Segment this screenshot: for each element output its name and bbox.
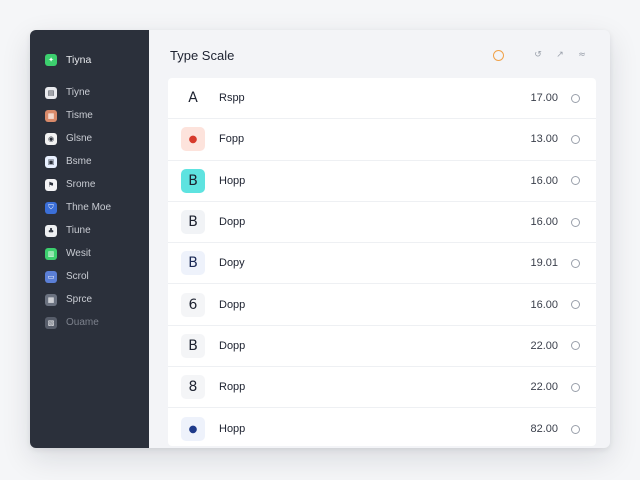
list-item[interactable]: B Dopp 16.00 — [168, 202, 596, 244]
status-ring-icon[interactable] — [493, 49, 504, 61]
row-name: Dopp — [219, 339, 246, 352]
list-item[interactable]: A Rspp 17.00 — [168, 78, 596, 120]
window-icon: ▭ — [45, 270, 57, 283]
row-value: 17.00 — [530, 92, 558, 105]
sidebar-item-label: Glsne — [66, 133, 93, 144]
row-value: 16.00 — [530, 298, 558, 311]
chart-icon: ▥ — [45, 247, 57, 260]
type-glyph: ● — [181, 417, 205, 442]
sidebar-item-6[interactable]: ⛉ Thne Moe — [30, 196, 149, 219]
list-item[interactable]: ● Fopp 13.00 — [168, 119, 596, 161]
type-glyph: ● — [181, 127, 205, 152]
row-name: Hopp — [219, 174, 246, 187]
sidebar-item-9[interactable]: ▭ Scrol — [30, 265, 149, 288]
sidebar-item-7[interactable]: ♣ Tiune — [30, 219, 149, 242]
sidebar-item-label: Thne Moe — [66, 202, 112, 213]
row-value: 19.01 — [530, 257, 558, 270]
flag-icon: ⚑ — [45, 178, 57, 191]
row-radio[interactable] — [571, 134, 580, 144]
sidebar-item-5[interactable]: ⚑ Srome — [30, 173, 149, 196]
history-icon[interactable]: ↺ — [532, 49, 544, 61]
type-list: A Rspp 17.00 ● Fopp 13.00 B Hopp 16.00 B Dopp 16.00… — [168, 78, 596, 446]
list-item[interactable]: 6 Dopp 16.00 — [168, 284, 596, 326]
sidebar-item-11[interactable]: ▧ Ouame — [30, 311, 149, 334]
row-value: 16.00 — [530, 174, 558, 187]
circle-icon: ◉ — [45, 132, 57, 145]
sidebar-item-8[interactable]: ▥ Wesit — [30, 242, 149, 265]
box-icon: ▦ — [45, 109, 57, 122]
row-value: 13.00 — [530, 133, 558, 146]
doc-icon: ▤ — [45, 86, 57, 99]
grid-icon: ▦ — [45, 293, 57, 306]
row-name: Dopp — [219, 298, 246, 311]
sidebar-item-label: Tisme — [66, 110, 93, 121]
sidebar: ✦ Tiyna ▤ Tiyne ▦ Tisme ◉ Glsne ▣ Bsme ⚑ Srome ⛉ Th… — [30, 30, 149, 448]
app-window: ✦ Tiyna ▤ Tiyne ▦ Tisme ◉ Glsne ▣ Bsme ⚑ Srome ⛉ Th… — [30, 30, 610, 448]
page-title: Type Scale — [170, 47, 235, 63]
row-value: 22.00 — [530, 339, 558, 352]
sidebar-item-label: Ouame — [66, 317, 99, 328]
type-glyph: B — [181, 251, 205, 276]
sidebar-item-3[interactable]: ◉ Glsne — [30, 127, 149, 150]
wave-icon[interactable]: ≈ — [576, 49, 588, 61]
type-glyph: B — [181, 168, 205, 193]
sidebar-item-label: Scrol — [66, 271, 89, 282]
row-name: Fopp — [219, 133, 245, 146]
row-name: Dopy — [219, 257, 245, 270]
row-name: Rspp — [219, 92, 245, 105]
row-name: Dopp — [219, 216, 246, 229]
row-radio[interactable] — [571, 258, 580, 268]
type-glyph: A — [181, 86, 205, 111]
main-panel: Type Scale ↺ ↗ ≈ A Rspp 17.00 ● Fopp 13.00 B Ho… — [149, 30, 610, 448]
type-glyph: 8 — [181, 375, 205, 400]
list-item[interactable]: ● Hopp 82.00 — [168, 408, 596, 448]
row-value: 82.00 — [530, 423, 558, 436]
sidebar-item-10[interactable]: ▦ Sprce — [30, 288, 149, 311]
row-radio[interactable] — [571, 382, 580, 392]
sidebar-brand[interactable]: ✦ Tiyna — [30, 48, 149, 71]
list-item[interactable]: B Hopp 16.00 — [168, 161, 596, 202]
row-radio[interactable] — [571, 424, 580, 434]
brand-label: Tiyna — [66, 53, 92, 66]
row-radio[interactable] — [571, 341, 580, 351]
row-value: 16.00 — [530, 216, 558, 229]
sidebar-item-label: Tiyne — [66, 87, 91, 98]
list-item[interactable]: 8 Ropp 22.00 — [168, 367, 596, 409]
toolbar: ↺ ↗ ≈ — [483, 49, 588, 61]
sidebar-item-1[interactable]: ▤ Tiyne — [30, 81, 149, 104]
row-radio[interactable] — [571, 217, 580, 227]
row-name: Ropp — [219, 381, 246, 394]
app-icon: ▣ — [45, 155, 57, 168]
shield-icon: ⛉ — [45, 201, 57, 214]
sidebar-item-2[interactable]: ▦ Tisme — [30, 104, 149, 127]
row-name: Hopp — [219, 423, 246, 436]
row-radio[interactable] — [571, 176, 580, 186]
list-item[interactable]: B Dopp 22.00 — [168, 326, 596, 368]
type-glyph: 6 — [181, 292, 205, 317]
sidebar-item-label: Sprce — [66, 294, 93, 305]
sidebar-item-label: Srome — [66, 179, 96, 190]
type-glyph: B — [181, 210, 205, 235]
row-radio[interactable] — [571, 93, 580, 103]
tree-icon: ♣ — [45, 224, 57, 237]
sidebar-item-label: Bsme — [66, 156, 92, 167]
image-icon: ▧ — [45, 316, 57, 329]
sidebar-list: ▤ Tiyne ▦ Tisme ◉ Glsne ▣ Bsme ⚑ Srome ⛉ Thne Moe ♣ T… — [30, 81, 149, 334]
type-glyph: B — [181, 333, 205, 358]
sidebar-item-label: Wesit — [66, 248, 91, 259]
link-icon[interactable]: ↗ — [554, 49, 566, 61]
sidebar-item-4[interactable]: ▣ Bsme — [30, 150, 149, 173]
sidebar-item-label: Tiune — [66, 225, 91, 236]
list-item[interactable]: B Dopy 19.01 — [168, 243, 596, 285]
row-radio[interactable] — [571, 300, 580, 310]
leaf-icon: ✦ — [45, 53, 57, 66]
row-value: 22.00 — [530, 381, 558, 394]
